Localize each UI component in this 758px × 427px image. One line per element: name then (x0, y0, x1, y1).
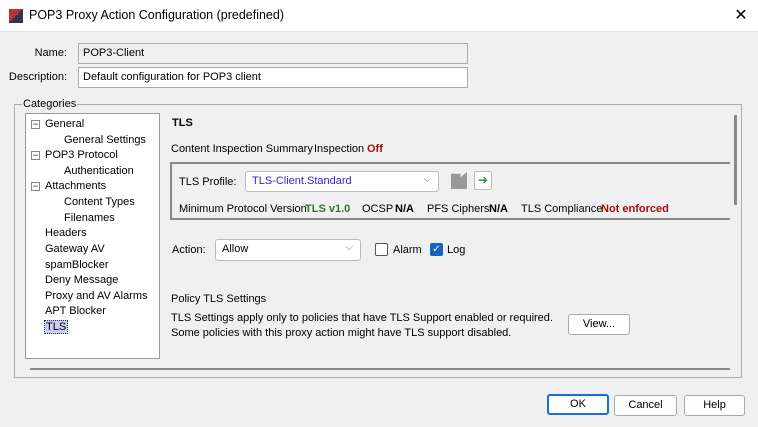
tree-item-general[interactable]: General (45, 118, 84, 130)
tree-item-pop3-protocol[interactable]: POP3 Protocol (45, 149, 118, 161)
tls-profile-label: TLS Profile: (179, 176, 237, 188)
tree-item-general-settings[interactable]: General Settings (64, 134, 146, 146)
min-protocol-label: Minimum Protocol Version (179, 203, 307, 215)
alarm-checkbox[interactable] (375, 243, 388, 256)
collapse-icon[interactable]: − (31, 151, 40, 160)
action-label: Action: (172, 244, 206, 256)
alarm-label: Alarm (393, 244, 422, 256)
pfs-label: PFS Ciphers (427, 203, 490, 215)
log-checkbox[interactable]: ✓ (430, 243, 443, 256)
tree-item-attachments[interactable]: Attachments (45, 180, 106, 192)
tree-item-headers[interactable]: Headers (45, 227, 87, 239)
categories-label: Categories (22, 98, 78, 110)
compliance-label: TLS Compliance (521, 203, 603, 215)
description-field[interactable]: Default configuration for POP3 client (78, 67, 468, 88)
log-label: Log (447, 244, 466, 256)
cancel-button[interactable]: Cancel (614, 395, 677, 416)
policy-tls-heading: Policy TLS Settings (171, 293, 267, 305)
description-label: Description: (8, 71, 67, 83)
horizontal-scrollbar[interactable] (30, 368, 730, 370)
policy-text-1: TLS Settings apply only to policies that… (171, 312, 553, 324)
tls-profile-value: TLS-Client.Standard (252, 175, 352, 187)
action-value: Allow (222, 243, 249, 255)
tree-item-gateway-av[interactable]: Gateway AV (45, 243, 105, 255)
categories-tree: − General General Settings − POP3 Protoc… (25, 113, 160, 359)
collapse-icon[interactable]: − (31, 120, 40, 129)
inspection-value: Off (367, 143, 383, 155)
ocsp-value: N/A (395, 203, 414, 215)
vertical-scrollbar[interactable] (734, 115, 737, 205)
policy-text-2: Some policies with this proxy action mig… (171, 327, 512, 339)
tree-item-deny-message[interactable]: Deny Message (45, 274, 118, 286)
min-protocol-value: TLS v1.0 (305, 203, 351, 215)
pfs-value: N/A (489, 203, 508, 215)
tree-item-filenames[interactable]: Filenames (64, 212, 115, 224)
view-button[interactable]: View... (568, 314, 630, 335)
tree-item-content-types[interactable]: Content Types (64, 196, 135, 208)
tree-item-apt-blocker[interactable]: APT Blocker (45, 305, 106, 317)
summary-label: Content Inspection Summary (171, 143, 313, 155)
edit-profile-icon[interactable] (451, 172, 467, 189)
name-field[interactable]: POP3-Client (78, 43, 468, 64)
ok-button[interactable]: OK (547, 394, 609, 415)
tree-item-proxy-av-alarms[interactable]: Proxy and AV Alarms (45, 290, 148, 302)
ocsp-label: OCSP (362, 203, 394, 215)
tree-item-authentication[interactable]: Authentication (64, 165, 134, 177)
window-title: POP3 Proxy Action Configuration (predefi… (29, 8, 284, 22)
close-button[interactable]: ✕ (730, 5, 752, 27)
tls-heading: TLS (172, 117, 193, 129)
collapse-icon[interactable]: − (31, 182, 40, 191)
chevron-down-icon: ⌵ (345, 242, 353, 253)
app-icon (9, 9, 23, 23)
chevron-down-icon: ⌵ (423, 174, 431, 185)
name-label: Name: (34, 47, 67, 59)
add-profile-icon[interactable]: ➔ (474, 171, 492, 190)
help-button[interactable]: Help (684, 395, 745, 416)
tree-item-tls[interactable]: TLS (44, 320, 69, 334)
action-dropdown[interactable]: Allow ⌵ (215, 239, 361, 261)
compliance-value: Not enforced (601, 203, 669, 215)
inspection-label: Inspection (314, 143, 365, 155)
tls-profile-dropdown[interactable]: TLS-Client.Standard ⌵ (245, 171, 439, 192)
tree-item-spamblocker[interactable]: spamBlocker (45, 259, 109, 271)
